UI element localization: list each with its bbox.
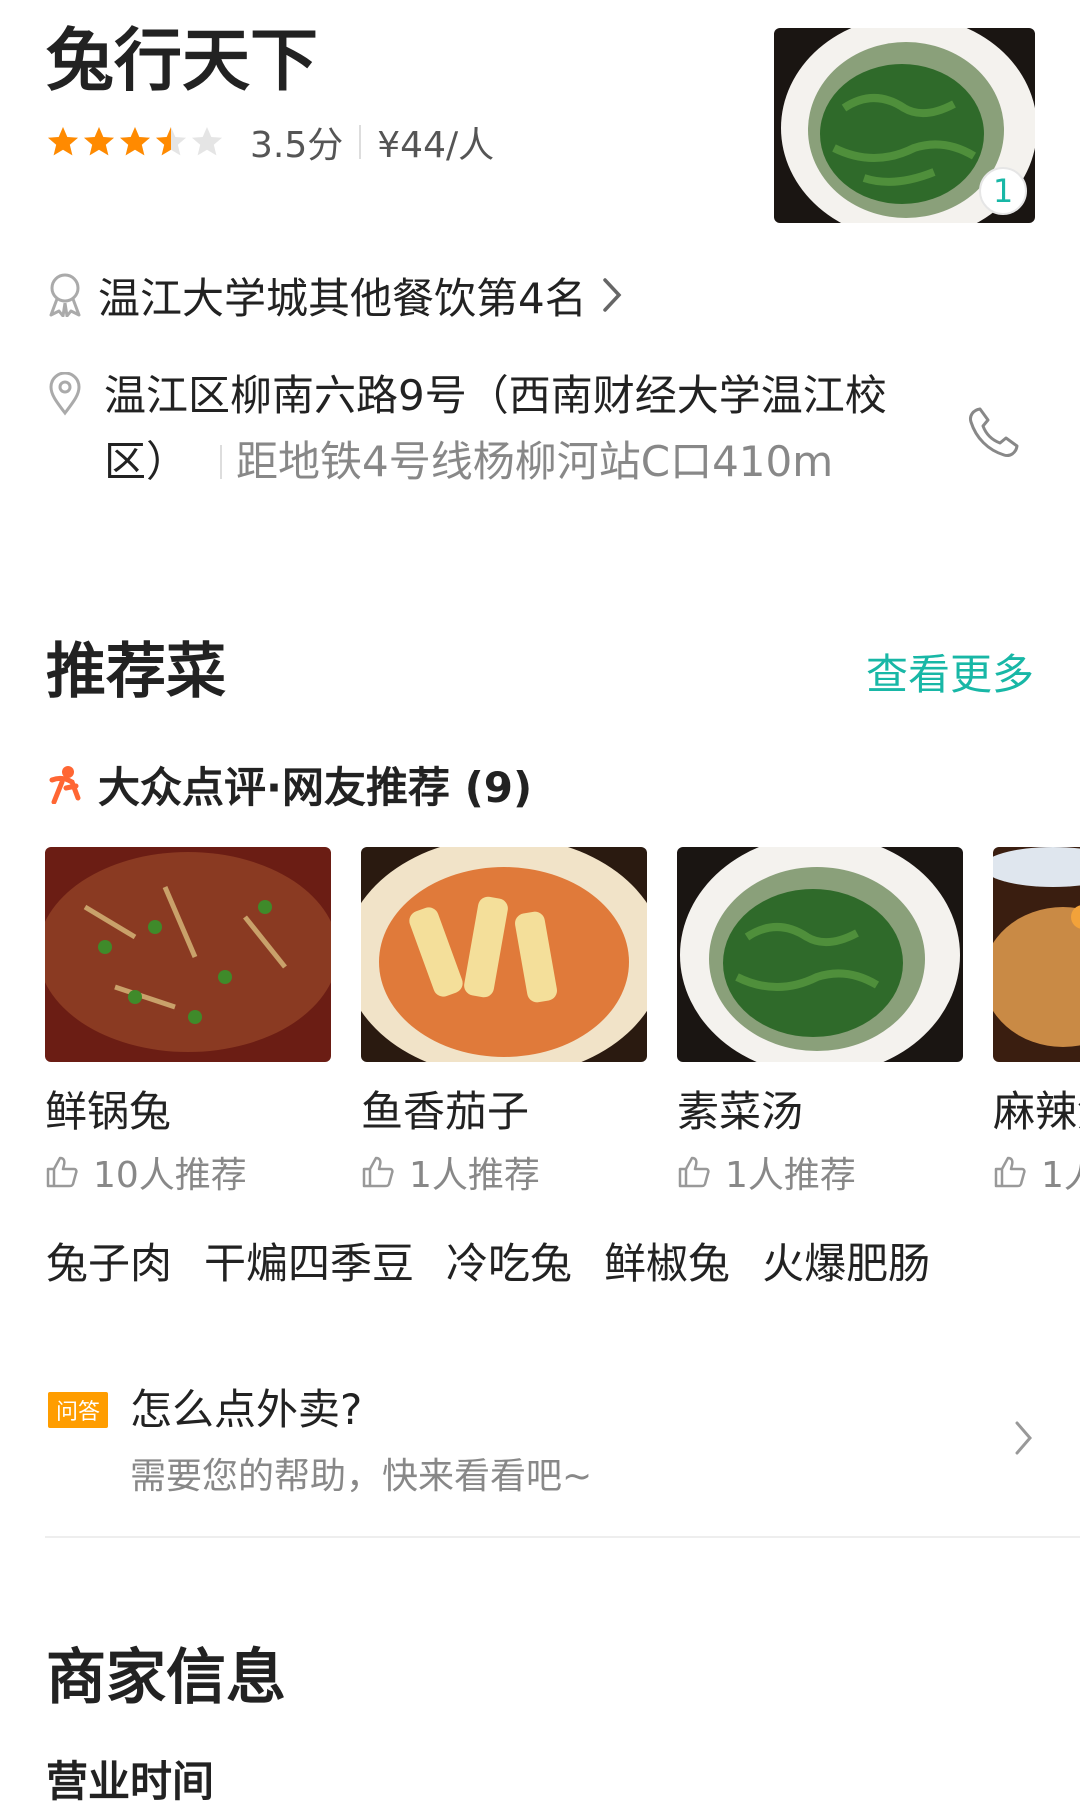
star-icon bbox=[46, 125, 80, 159]
dish-recommend-count: 1人推荐 bbox=[677, 1146, 963, 1197]
dish-photo bbox=[993, 847, 1080, 1062]
award-icon bbox=[49, 273, 81, 317]
dish-recommend-count: 1人推荐 bbox=[993, 1146, 1080, 1197]
dish-tags: 兔子肉 干煸四季豆 冷吃兔 鲜椒兔 火爆肥肠 bbox=[46, 1236, 930, 1292]
dish-name: 素菜汤 bbox=[677, 1087, 804, 1136]
dish-photo bbox=[677, 847, 963, 1062]
dish-tag[interactable]: 冷吃兔 bbox=[446, 1236, 572, 1292]
recommend-count-text: 1人推荐 bbox=[409, 1155, 540, 1196]
thumbs-up-icon bbox=[678, 1156, 710, 1188]
dish-recommend-count: 1人推荐 bbox=[361, 1146, 647, 1197]
star-icon bbox=[190, 125, 224, 159]
dish-photo bbox=[361, 847, 647, 1062]
divider bbox=[220, 445, 223, 479]
section-title-recommended: 推荐菜 bbox=[46, 637, 226, 707]
star-icon bbox=[118, 125, 152, 159]
star-rating bbox=[46, 125, 224, 159]
recommend-count-text: 1人推荐 bbox=[725, 1155, 856, 1196]
section-title-merchant: 商家信息 bbox=[46, 1643, 286, 1713]
shop-photo[interactable]: 1 bbox=[774, 28, 1035, 223]
star-icon bbox=[82, 125, 116, 159]
chevron-right-icon bbox=[602, 278, 622, 312]
dish-carousel[interactable]: 鲜锅兔 10人推荐 鱼香茄子 1人推荐 素菜汤 1人推荐 麻辣 1 bbox=[45, 847, 1080, 1197]
recommend-count-text: 1人推荐 bbox=[1041, 1155, 1080, 1196]
chevron-right-icon[interactable] bbox=[1014, 1420, 1034, 1456]
recommend-count-text: 10人推荐 bbox=[93, 1155, 247, 1196]
metro-distance: 距地铁4号线杨柳河站C口410m bbox=[236, 437, 834, 486]
dish-name: 麻辣兔 bbox=[993, 1087, 1080, 1136]
thumbs-up-icon bbox=[46, 1156, 78, 1188]
ranking-link[interactable]: 温江大学城其他餐饮第4名 bbox=[46, 265, 623, 325]
phone-icon[interactable] bbox=[966, 404, 1022, 460]
dish-tag[interactable]: 兔子肉 bbox=[46, 1236, 172, 1292]
dish-card[interactable]: 素菜汤 1人推荐 bbox=[677, 847, 963, 1197]
dish-name: 鱼香茄子 bbox=[361, 1087, 530, 1136]
shop-title: 兔行天下 bbox=[46, 22, 319, 101]
dish-name: 鲜锅兔 bbox=[45, 1087, 172, 1136]
qa-badge: 问答 bbox=[48, 1392, 108, 1428]
dish-card[interactable]: 麻辣兔 1人推荐 bbox=[993, 847, 1080, 1197]
thumbs-up-icon bbox=[362, 1156, 394, 1188]
dish-tag[interactable]: 鲜椒兔 bbox=[604, 1236, 730, 1292]
dish-card[interactable]: 鲜锅兔 10人推荐 bbox=[45, 847, 331, 1197]
address-line-2-text: 区） bbox=[104, 437, 189, 486]
dish-photo bbox=[45, 847, 331, 1062]
dish-card[interactable]: 鱼香茄子 1人推荐 bbox=[361, 847, 647, 1197]
rating-score: 3.5分 bbox=[250, 125, 344, 166]
see-more-link[interactable]: 查看更多 bbox=[866, 648, 1034, 702]
source-label: 大众点评·网友推荐 (9) bbox=[98, 762, 533, 812]
photo-count-badge: 1 bbox=[979, 167, 1027, 215]
ranking-text: 温江大学城其他餐饮第4名 bbox=[98, 273, 587, 323]
dish-tag[interactable]: 干煸四季豆 bbox=[204, 1236, 414, 1292]
dianping-logo-icon bbox=[49, 766, 81, 804]
divider bbox=[359, 125, 362, 159]
rating-row: 3.5分 ¥44/人 bbox=[46, 120, 494, 166]
qa-question[interactable]: 怎么点外卖? bbox=[130, 1382, 362, 1438]
address-line-2[interactable]: 区） 距地铁4号线杨柳河站C口410m bbox=[104, 432, 833, 492]
thumbs-up-icon bbox=[994, 1156, 1026, 1188]
price-per-person: ¥44/人 bbox=[377, 125, 495, 166]
dish-recommend-count: 10人推荐 bbox=[45, 1146, 331, 1197]
dianping-source: 大众点评·网友推荐 (9) bbox=[46, 754, 532, 814]
divider bbox=[45, 1536, 1080, 1538]
dish-tag[interactable]: 火爆肥肠 bbox=[762, 1236, 930, 1292]
location-pin-icon bbox=[49, 372, 81, 416]
qa-subtitle: 需要您的帮助，快来看看吧~ bbox=[130, 1456, 593, 1497]
business-hours-label: 营业时间 bbox=[46, 1757, 215, 1806]
star-icon bbox=[154, 125, 188, 159]
address-line-1[interactable]: 温江区柳南六路9号（西南财经大学温江校 bbox=[104, 366, 887, 426]
